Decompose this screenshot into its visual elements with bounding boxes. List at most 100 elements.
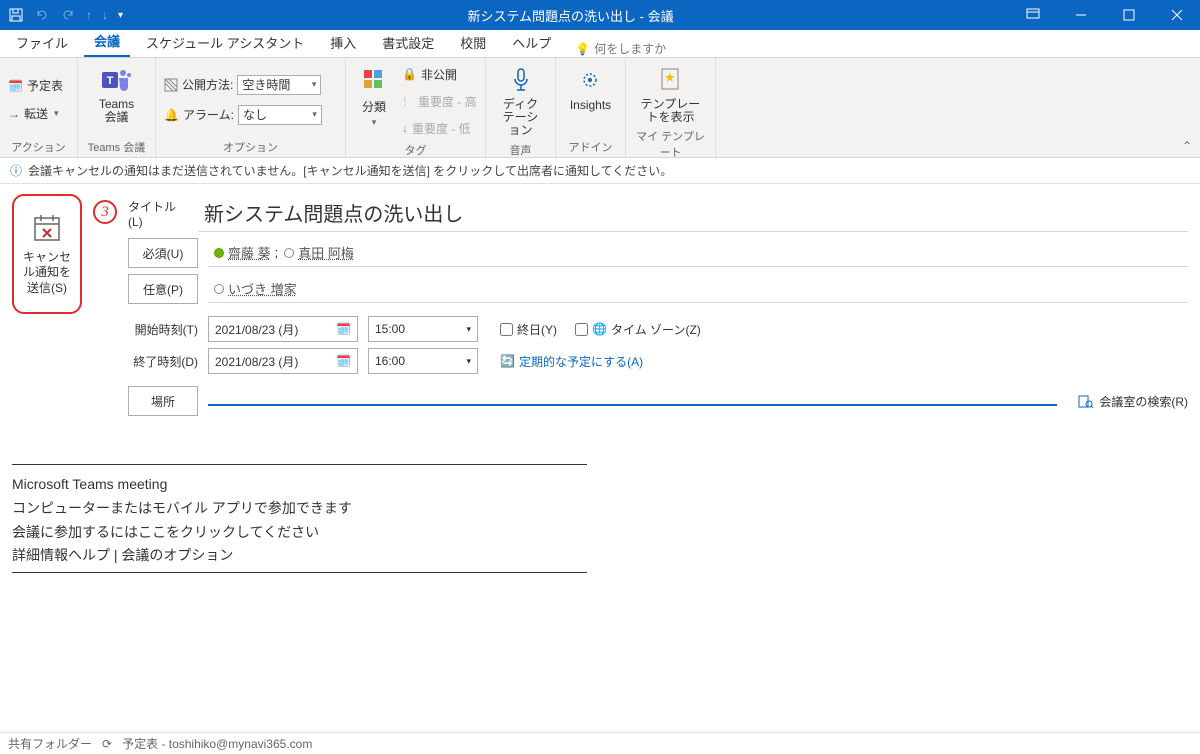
presence-unknown-icon	[214, 284, 224, 294]
end-date-value: 2021/08/23 (月)	[215, 353, 298, 370]
reminder-combo[interactable]: なし ▾	[238, 105, 322, 125]
show-as-combo[interactable]: 空き時間 ▾	[237, 75, 321, 95]
attendee-name[interactable]: 齋藤 葵	[228, 243, 271, 262]
show-templates-button[interactable]: テンプレー トを表示	[637, 62, 705, 126]
body-join-link[interactable]: 会議に参加するにはここをクリックしてください	[12, 521, 1188, 545]
high-importance-button[interactable]: ！ 重要度 - 高	[402, 89, 477, 113]
start-time-label: 開始時刻(T)	[128, 321, 198, 338]
find-room-label: 会議室の検索(R)	[1099, 393, 1188, 410]
tell-me-search[interactable]: 💡 何をしますか	[575, 40, 666, 57]
collapse-ribbon-icon[interactable]: ⌃	[1182, 139, 1192, 153]
start-date-picker[interactable]: 2021/08/23 (月) 🗓️	[208, 316, 358, 342]
svg-text:T: T	[106, 75, 113, 87]
insights-button[interactable]: Insights	[566, 62, 615, 114]
teams-meeting-label: Teams 会議	[99, 98, 134, 124]
location-field[interactable]	[208, 396, 1057, 406]
calendar-account-label: 予定表 - toshihiko@mynavi365.com	[122, 735, 312, 752]
qat-dropdown-icon[interactable]: ▾	[118, 10, 123, 21]
presence-available-icon	[214, 248, 224, 258]
save-icon[interactable]	[8, 7, 24, 23]
globe-icon: 🌐	[592, 322, 607, 336]
location-button[interactable]: 場所	[128, 386, 198, 416]
calendar-picker-icon: 🗓️	[336, 354, 351, 368]
template-icon	[654, 64, 686, 96]
all-day-checkbox-input[interactable]	[500, 323, 513, 336]
undo-icon[interactable]	[34, 7, 50, 23]
chevron-down-icon: ▾	[466, 356, 471, 367]
calendar-icon: 🗓️	[8, 79, 23, 93]
show-as-value: 空き時間	[242, 76, 290, 93]
optional-attendees-field[interactable]: いづき 増家	[208, 275, 1188, 303]
group-templates-label: マイ テンプレート	[634, 128, 707, 160]
status-bar: 共有フォルダー ⟳ 予定表 - toshihiko@mynavi365.com	[0, 732, 1200, 754]
timezone-checkbox-input[interactable]	[575, 323, 588, 336]
prev-icon[interactable]: ↑	[86, 8, 92, 22]
all-day-label: 終日(Y)	[517, 321, 557, 338]
ribbon-tabs: ファイル 会議 スケジュール アシスタント 挿入 書式設定 校閲 ヘルプ 💡 何…	[0, 30, 1200, 58]
minimize-icon[interactable]	[1058, 0, 1104, 30]
body-options-link[interactable]: 会議のオプション	[121, 547, 233, 563]
end-date-picker[interactable]: 2021/08/23 (月) 🗓️	[208, 348, 358, 374]
make-recurring-button[interactable]: 🔄 定期的な予定にする(A)	[500, 349, 643, 373]
body-line: Microsoft Teams meeting	[12, 473, 1188, 497]
annotation-badge: 3	[93, 200, 117, 224]
find-room-button[interactable]: 会議室の検索(R)	[1077, 393, 1188, 410]
send-cancellation-button[interactable]: キャンセル通知を送信(S)	[12, 194, 82, 314]
calendar-button[interactable]: 🗓️ 予定表	[8, 74, 63, 98]
start-time-picker[interactable]: 15:00 ▾	[368, 316, 478, 342]
send-cancellation-label: キャンセル通知を送信(S)	[18, 250, 76, 297]
low-importance-label: 重要度 - 低	[412, 120, 471, 137]
reminder-icon: 🔔	[164, 108, 179, 122]
low-importance-button[interactable]: ↓ 重要度 - 低	[402, 116, 477, 140]
tab-meeting[interactable]: 会議	[84, 26, 130, 57]
body-divider	[12, 464, 587, 465]
required-attendees-field[interactable]: 齋藤 葵; 真田 阿梅	[208, 239, 1188, 267]
dictate-button[interactable]: ディク テーション	[494, 62, 547, 140]
body-separator: |	[110, 547, 121, 563]
teams-meeting-button[interactable]: T Teams 会議	[95, 62, 138, 126]
maximize-icon[interactable]	[1106, 0, 1152, 30]
body-divider	[12, 572, 587, 573]
ribbon-display-icon[interactable]	[1010, 0, 1056, 30]
end-time-value: 16:00	[375, 354, 405, 368]
redo-icon[interactable]	[60, 7, 76, 23]
group-tags-label: タグ	[354, 142, 477, 158]
title-input[interactable]: 新システム問題点の洗い出し	[198, 194, 1188, 232]
close-icon[interactable]	[1154, 0, 1200, 30]
tab-help[interactable]: ヘルプ	[502, 28, 561, 57]
tab-review[interactable]: 校閲	[450, 28, 496, 57]
categorize-icon	[358, 64, 390, 96]
meeting-form: キャンセル通知を送信(S) 3 タイトル(L) 新システム問題点の洗い出し 必須…	[0, 184, 1200, 420]
show-templates-label: テンプレー トを表示	[641, 98, 701, 124]
private-button[interactable]: 🔒 非公開	[402, 62, 477, 86]
lock-icon: 🔒	[402, 67, 417, 81]
forward-button-label: 転送	[24, 105, 48, 122]
group-options-label: オプション	[164, 139, 337, 155]
optional-attendees-button[interactable]: 任意(P)	[128, 274, 198, 304]
timezone-label: タイム ゾーン(Z)	[611, 321, 701, 338]
categorize-label: 分類	[362, 98, 386, 115]
attendee-name[interactable]: 真田 阿梅	[298, 243, 354, 262]
timezone-checkbox[interactable]: 🌐 タイム ゾーン(Z)	[575, 317, 701, 341]
attendee-name[interactable]: いづき 増家	[228, 279, 297, 298]
insights-icon	[574, 64, 606, 96]
meeting-body[interactable]: Microsoft Teams meeting コンピューターまたはモバイル ア…	[0, 420, 1200, 593]
next-icon[interactable]: ↓	[102, 8, 108, 22]
tab-insert[interactable]: 挿入	[320, 28, 366, 57]
low-importance-icon: ↓	[402, 121, 408, 135]
required-attendees-button[interactable]: 必須(U)	[128, 238, 198, 268]
all-day-checkbox[interactable]: 終日(Y)	[500, 317, 557, 341]
forward-button[interactable]: → 転送 ▾	[8, 102, 59, 126]
categorize-button[interactable]: 分類 ▾	[354, 62, 394, 130]
calendar-picker-icon: 🗓️	[336, 322, 351, 336]
microphone-icon	[505, 64, 537, 96]
end-time-picker[interactable]: 16:00 ▾	[368, 348, 478, 374]
tab-scheduling-assistant[interactable]: スケジュール アシスタント	[136, 28, 314, 57]
body-help-link[interactable]: 詳細情報ヘルプ	[12, 547, 110, 563]
tab-file[interactable]: ファイル	[6, 28, 78, 57]
tab-format[interactable]: 書式設定	[372, 28, 444, 57]
title-value: 新システム問題点の洗い出し	[204, 198, 463, 227]
high-importance-icon: ！	[402, 93, 414, 110]
group-action-label: アクション	[8, 139, 69, 155]
sync-icon: ⟳	[102, 737, 112, 751]
